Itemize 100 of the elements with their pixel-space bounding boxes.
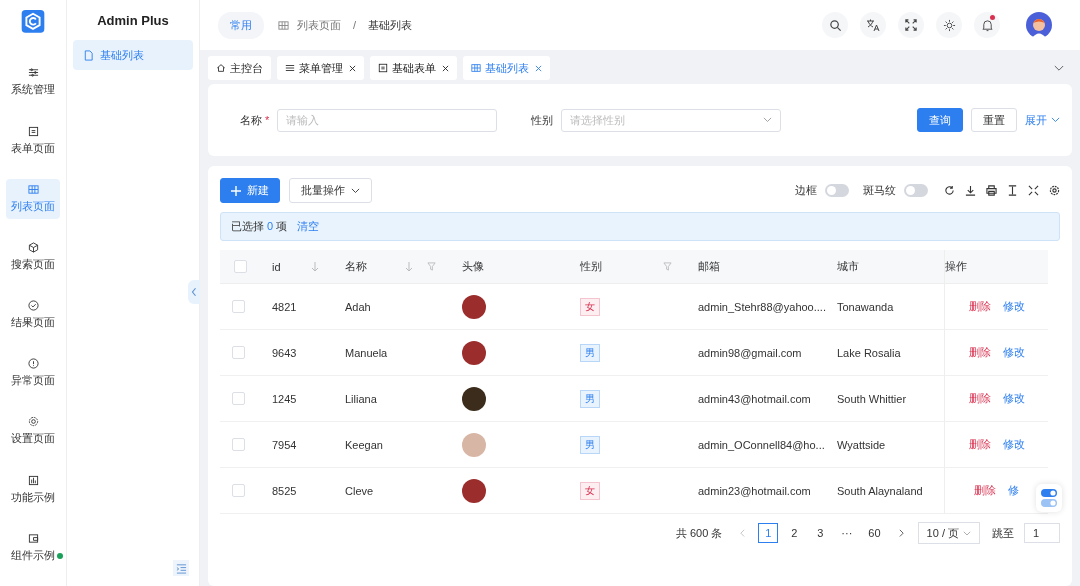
- rail-menu-item[interactable]: 功能示例: [6, 469, 60, 510]
- rail-menu-item[interactable]: 列表页面: [6, 178, 60, 219]
- gender-tag: 男: [580, 389, 600, 408]
- toggle-switches-icon: [1041, 488, 1057, 508]
- batch-actions-dropdown[interactable]: 批量操作: [289, 178, 372, 203]
- breadcrumb-link[interactable]: 列表页面: [297, 17, 341, 33]
- table-cell: 9643: [272, 346, 297, 359]
- delete-link[interactable]: 删除: [974, 483, 996, 498]
- print-icon[interactable]: [986, 185, 997, 196]
- delete-link[interactable]: 删除: [968, 345, 991, 360]
- rail-menu-item[interactable]: 设置页面: [6, 411, 60, 452]
- delete-link[interactable]: 删除: [968, 437, 991, 452]
- close-icon[interactable]: [442, 64, 449, 72]
- favorites-chip[interactable]: 常用: [218, 11, 264, 39]
- page-tab[interactable]: 菜单管理: [277, 56, 364, 80]
- switch-label: 斑马纹: [863, 183, 896, 198]
- settings-toggle-button[interactable]: [1036, 484, 1062, 512]
- menu-fold-button[interactable]: [173, 560, 189, 576]
- page-size-select[interactable]: 10 / 页: [917, 522, 980, 544]
- page-tab[interactable]: 基础表单: [370, 56, 457, 80]
- rail-menu-item[interactable]: 系统管理: [6, 62, 60, 103]
- check-circle-icon: [27, 300, 39, 312]
- toggle-switch[interactable]: [825, 184, 849, 197]
- form-icon: [27, 125, 39, 137]
- gender-tag: 男: [580, 343, 600, 362]
- close-icon[interactable]: [349, 64, 356, 72]
- home-icon: [216, 63, 226, 73]
- rail-menu-item[interactable]: 结果页面: [6, 295, 60, 335]
- user-avatar[interactable]: [1026, 12, 1052, 38]
- delete-link[interactable]: 删除: [968, 391, 991, 406]
- theme-button[interactable]: [936, 12, 962, 38]
- reset-button[interactable]: 重置: [971, 108, 1017, 132]
- sort-icon[interactable]: [311, 261, 319, 272]
- table-cell: Adah: [345, 300, 371, 313]
- jump-label: 跳至: [992, 525, 1014, 541]
- plus-icon: [231, 185, 241, 196]
- row-checkbox[interactable]: [232, 300, 245, 313]
- filter-icon[interactable]: [663, 262, 672, 271]
- chevron-right-icon: [899, 528, 905, 538]
- rail-menu-item[interactable]: 异常页面: [6, 353, 60, 394]
- table-cell: Keegan: [345, 438, 383, 451]
- row-checkbox[interactable]: [232, 346, 245, 359]
- field-label: 名称 *: [240, 112, 270, 128]
- page-tab[interactable]: 基础列表: [463, 56, 550, 80]
- column-header: 头像: [462, 259, 484, 274]
- translate-button[interactable]: [860, 12, 886, 38]
- switch-label: 边框: [795, 183, 817, 198]
- edit-link[interactable]: 修改: [1002, 345, 1025, 360]
- table-cell: 4821: [272, 300, 297, 313]
- delete-link[interactable]: 删除: [968, 299, 991, 314]
- file-icon: [83, 49, 94, 61]
- clear-link[interactable]: 清空: [297, 219, 320, 234]
- logo-icon: [21, 10, 45, 33]
- column-header: 邮箱: [698, 259, 720, 274]
- search-button[interactable]: [822, 12, 848, 38]
- edit-link[interactable]: 修改: [1002, 437, 1025, 452]
- expand-link[interactable]: 展开: [1025, 112, 1060, 128]
- chevron-down-icon[interactable]: [1054, 64, 1064, 72]
- translate-icon: [866, 18, 880, 32]
- new-button[interactable]: 新建: [220, 178, 280, 203]
- row-checkbox[interactable]: [232, 484, 245, 497]
- rail-menu-item[interactable]: 表单页面: [6, 120, 60, 161]
- selection-count: 已选择 0 项: [231, 219, 288, 234]
- edit-link[interactable]: 修改: [1002, 299, 1025, 314]
- table-cell: Manuela: [345, 346, 388, 359]
- menu-fold-icon: [175, 562, 187, 574]
- page-jump-field[interactable]: 1: [1024, 523, 1060, 543]
- sort-icon[interactable]: [405, 261, 413, 272]
- edit-link[interactable]: 修: [1008, 483, 1019, 498]
- submenu-item[interactable]: 基础列表: [73, 40, 193, 70]
- row-checkbox[interactable]: [232, 392, 245, 405]
- cube-icon: [27, 241, 39, 253]
- settings-icon[interactable]: [1049, 185, 1060, 196]
- fullscreen-button[interactable]: [898, 12, 924, 38]
- column-header: 名称: [345, 259, 367, 274]
- query-button[interactable]: 查询: [917, 108, 963, 132]
- wallet-icon: [27, 532, 39, 544]
- refresh-icon[interactable]: [944, 185, 955, 196]
- row-checkbox[interactable]: [232, 438, 245, 451]
- rail-menu-item[interactable]: 搜索页面: [6, 237, 60, 277]
- page-button[interactable]: 1: [758, 523, 779, 543]
- total-count: 共 600 条: [675, 525, 723, 541]
- notification-button[interactable]: [974, 12, 1000, 38]
- toggle-switch[interactable]: [904, 184, 928, 197]
- sliders-icon: [27, 67, 39, 79]
- chevron-down-icon: [351, 187, 360, 194]
- edit-link[interactable]: 修改: [1002, 391, 1025, 406]
- collapse-sidebar-button[interactable]: [188, 280, 200, 304]
- column-height-icon[interactable]: [1007, 185, 1018, 196]
- download-icon[interactable]: [965, 185, 976, 196]
- fullscreen-icon[interactable]: [1028, 185, 1039, 196]
- column-header: 城市: [837, 259, 859, 274]
- breadcrumb-link[interactable]: 基础列表: [368, 17, 413, 33]
- chevron-left-icon: [191, 287, 197, 297]
- select-all-checkbox[interactable]: [234, 260, 247, 273]
- rail-menu-item[interactable]: 组件示例: [6, 527, 60, 568]
- gear-icon: [27, 416, 39, 428]
- filter-icon[interactable]: [427, 262, 436, 271]
- grid-icon: [278, 19, 289, 31]
- page-tab[interactable]: 主控台: [208, 56, 271, 80]
